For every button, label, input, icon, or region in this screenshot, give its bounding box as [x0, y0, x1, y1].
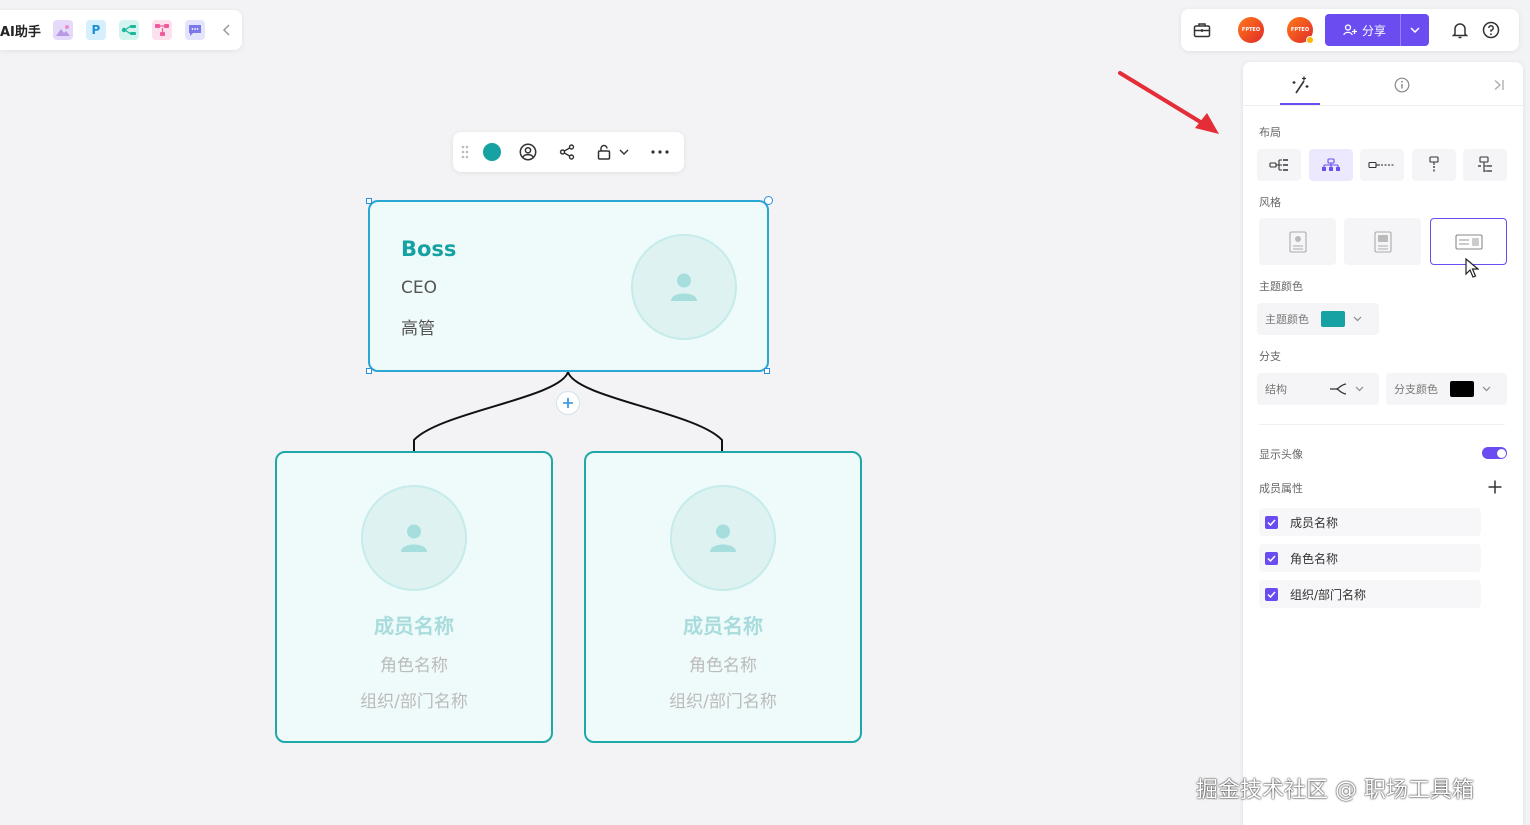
layout-horizontal-icon	[1368, 161, 1395, 169]
user-placeholder-icon	[710, 524, 736, 552]
add-child-button[interactable]	[556, 391, 580, 415]
style-card-wide-icon	[1454, 233, 1483, 250]
org-node-child-2[interactable]: 成员名称 角色名称 组织/部门名称	[584, 451, 862, 743]
attribute-row-2[interactable]: 角色名称	[1259, 544, 1481, 572]
check-icon	[1267, 590, 1276, 598]
layout-org-top-down-button[interactable]	[1309, 149, 1353, 181]
child-1-role[interactable]: 角色名称	[277, 651, 551, 676]
attribute-row-1[interactable]: 成员名称	[1259, 508, 1481, 536]
chevron-down-icon	[1355, 386, 1364, 392]
child-2-name[interactable]: 成员名称	[586, 610, 860, 639]
show-avatar-label: 显示头像	[1259, 448, 1303, 461]
branch-color-label: 分支颜色	[1394, 383, 1438, 396]
watermark: 掘金技术社区 @ 职场工具箱	[1196, 778, 1474, 803]
theme-color-label: 主题颜色	[1259, 280, 1303, 293]
layout-vertical-icon	[1429, 156, 1439, 173]
user-placeholder-icon	[401, 524, 427, 552]
user-placeholder-icon	[671, 273, 697, 301]
theme-color-select-text: 主题颜色	[1265, 313, 1309, 326]
layout-down-right-button[interactable]	[1463, 149, 1507, 181]
attribute-label-1: 成员名称	[1290, 515, 1339, 530]
root-dept[interactable]: 高管	[401, 314, 435, 339]
selection-handle-bottom-right[interactable]	[764, 368, 770, 374]
style-option-2[interactable]	[1344, 218, 1421, 265]
attribute-row-3[interactable]: 组织/部门名称	[1259, 580, 1481, 608]
style-label: 风格	[1259, 196, 1281, 209]
chevron-down-icon	[1482, 386, 1491, 392]
member-attr-label: 成员属性	[1259, 482, 1303, 495]
branch-label: 分支	[1259, 350, 1281, 363]
layout-left-tree-button[interactable]	[1257, 149, 1301, 181]
structure-label: 结构	[1265, 383, 1287, 396]
collapse-panel-icon[interactable]	[1490, 75, 1508, 95]
root-role[interactable]: CEO	[401, 278, 437, 298]
branch-curve-icon	[1330, 383, 1347, 395]
branch-color-swatch	[1450, 381, 1474, 397]
chevron-down-icon	[1353, 316, 1362, 322]
child-1-name[interactable]: 成员名称	[277, 610, 551, 639]
tab-info[interactable]	[1391, 75, 1413, 95]
check-icon	[1267, 554, 1276, 562]
selection-handle-top-right[interactable]	[764, 196, 773, 205]
style-option-1[interactable]	[1259, 218, 1336, 265]
layout-vertical-button[interactable]	[1412, 149, 1456, 181]
attribute-checkbox-2[interactable]	[1265, 551, 1278, 565]
selection-handle-top-left[interactable]	[366, 198, 372, 204]
add-attribute-plus-icon[interactable]	[1488, 480, 1502, 494]
layout-down-right-icon	[1478, 156, 1492, 172]
root-avatar[interactable]	[631, 234, 737, 340]
attribute-checkbox-1[interactable]	[1265, 515, 1278, 529]
panel-tabs	[1243, 62, 1523, 106]
child-2-role[interactable]: 角色名称	[586, 651, 860, 676]
active-tab-underline	[1280, 103, 1320, 105]
org-node-root[interactable]: Boss CEO 高管	[368, 200, 769, 372]
layout-org-icon	[1322, 158, 1340, 171]
branch-structure-select[interactable]: 结构	[1257, 373, 1379, 405]
style-card-tall-icon	[1288, 230, 1307, 253]
info-icon	[1394, 77, 1410, 93]
attribute-checkbox-3[interactable]	[1265, 587, 1278, 601]
panel-divider	[1259, 424, 1505, 425]
child-2-dept[interactable]: 组织/部门名称	[586, 687, 860, 712]
branch-color-select[interactable]: 分支颜色	[1386, 373, 1507, 405]
property-panel: 布局 风格 主题颜色 主题颜色 分支 结构 分支颜色 显示头像 成员属性 成员名…	[1243, 62, 1523, 825]
selection-handle-bottom-left[interactable]	[366, 368, 372, 374]
root-name[interactable]: Boss	[401, 237, 456, 261]
attribute-label-3: 组织/部门名称	[1290, 587, 1367, 602]
check-icon	[1267, 518, 1276, 526]
magic-wand-icon	[1292, 76, 1309, 94]
child-1-dept[interactable]: 组织/部门名称	[277, 687, 551, 712]
org-node-child-1[interactable]: 成员名称 角色名称 组织/部门名称	[275, 451, 553, 743]
child-2-avatar[interactable]	[670, 485, 776, 591]
layout-label: 布局	[1259, 126, 1281, 139]
tab-style[interactable]	[1287, 74, 1313, 96]
theme-color-select[interactable]: 主题颜色	[1257, 303, 1379, 335]
mouse-cursor-icon	[1465, 258, 1479, 278]
plus-icon	[563, 398, 573, 408]
show-avatar-toggle[interactable]	[1482, 447, 1507, 459]
style-card-tall-alt-icon	[1373, 230, 1392, 253]
child-1-avatar[interactable]	[361, 485, 467, 591]
attribute-label-2: 角色名称	[1290, 551, 1339, 566]
layout-horizontal-button[interactable]	[1360, 149, 1404, 181]
theme-color-swatch	[1321, 311, 1345, 327]
layout-left-tree-icon	[1269, 159, 1288, 171]
